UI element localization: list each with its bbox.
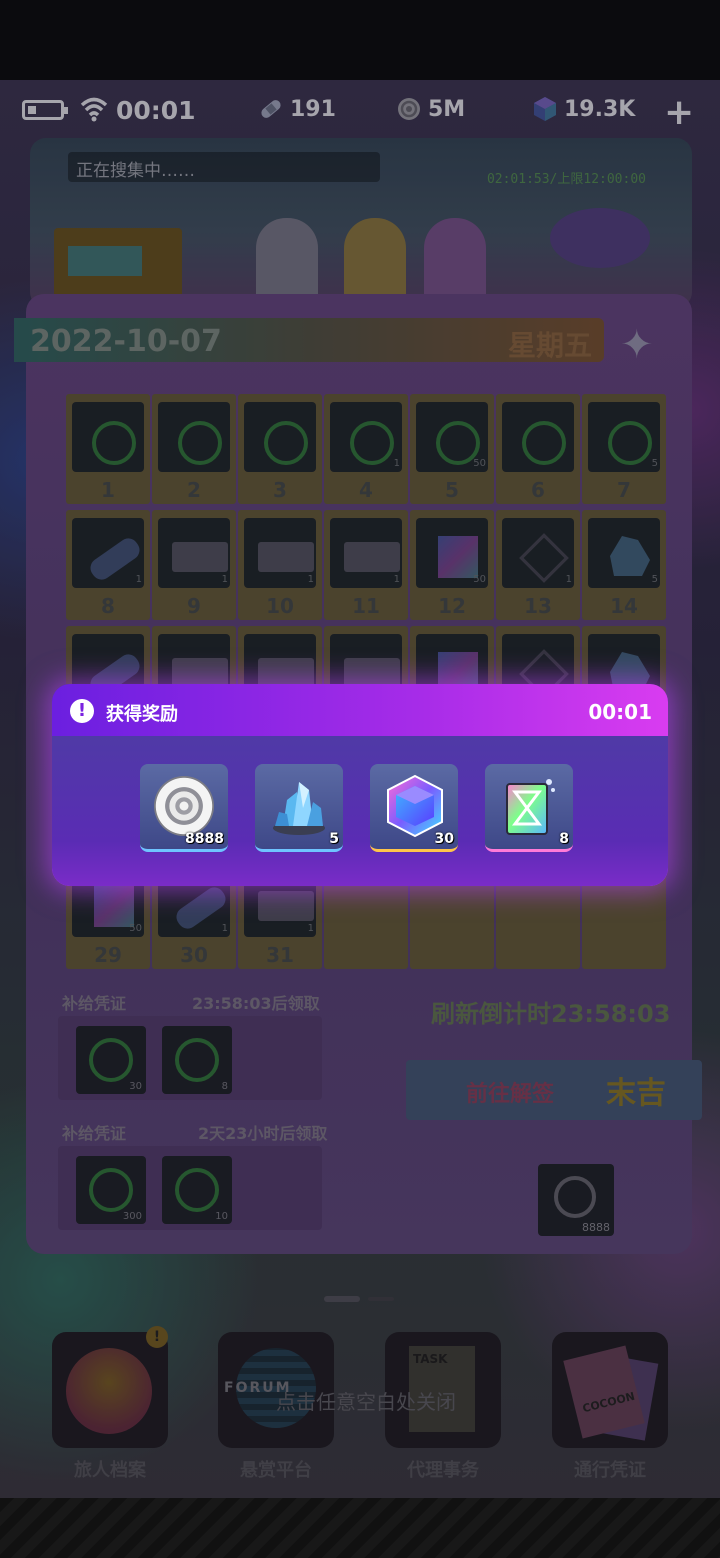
top-bar-background xyxy=(0,0,720,80)
hourglass-icon xyxy=(506,779,555,835)
reward-item-coin[interactable]: 8888 xyxy=(140,764,228,852)
reward-item-cube[interactable]: 30 xyxy=(370,764,458,852)
reward-dialog: ! 获得奖励 00:01 8888 5 30 8 xyxy=(52,684,668,886)
bottom-stripe-background xyxy=(0,1498,720,1558)
cube-icon xyxy=(387,774,443,838)
alert-icon: ! xyxy=(70,699,94,723)
reward-dialog-timer: 00:01 xyxy=(588,700,652,724)
coin-icon xyxy=(154,776,214,836)
reward-item-hourglass[interactable]: 8 xyxy=(485,764,573,852)
reward-dialog-title: 获得奖励 xyxy=(106,704,178,725)
reward-item-crystal[interactable]: 5 xyxy=(255,764,343,852)
reward-dialog-header: ! 获得奖励 00:01 xyxy=(52,684,668,736)
crystal-icon xyxy=(273,782,325,835)
